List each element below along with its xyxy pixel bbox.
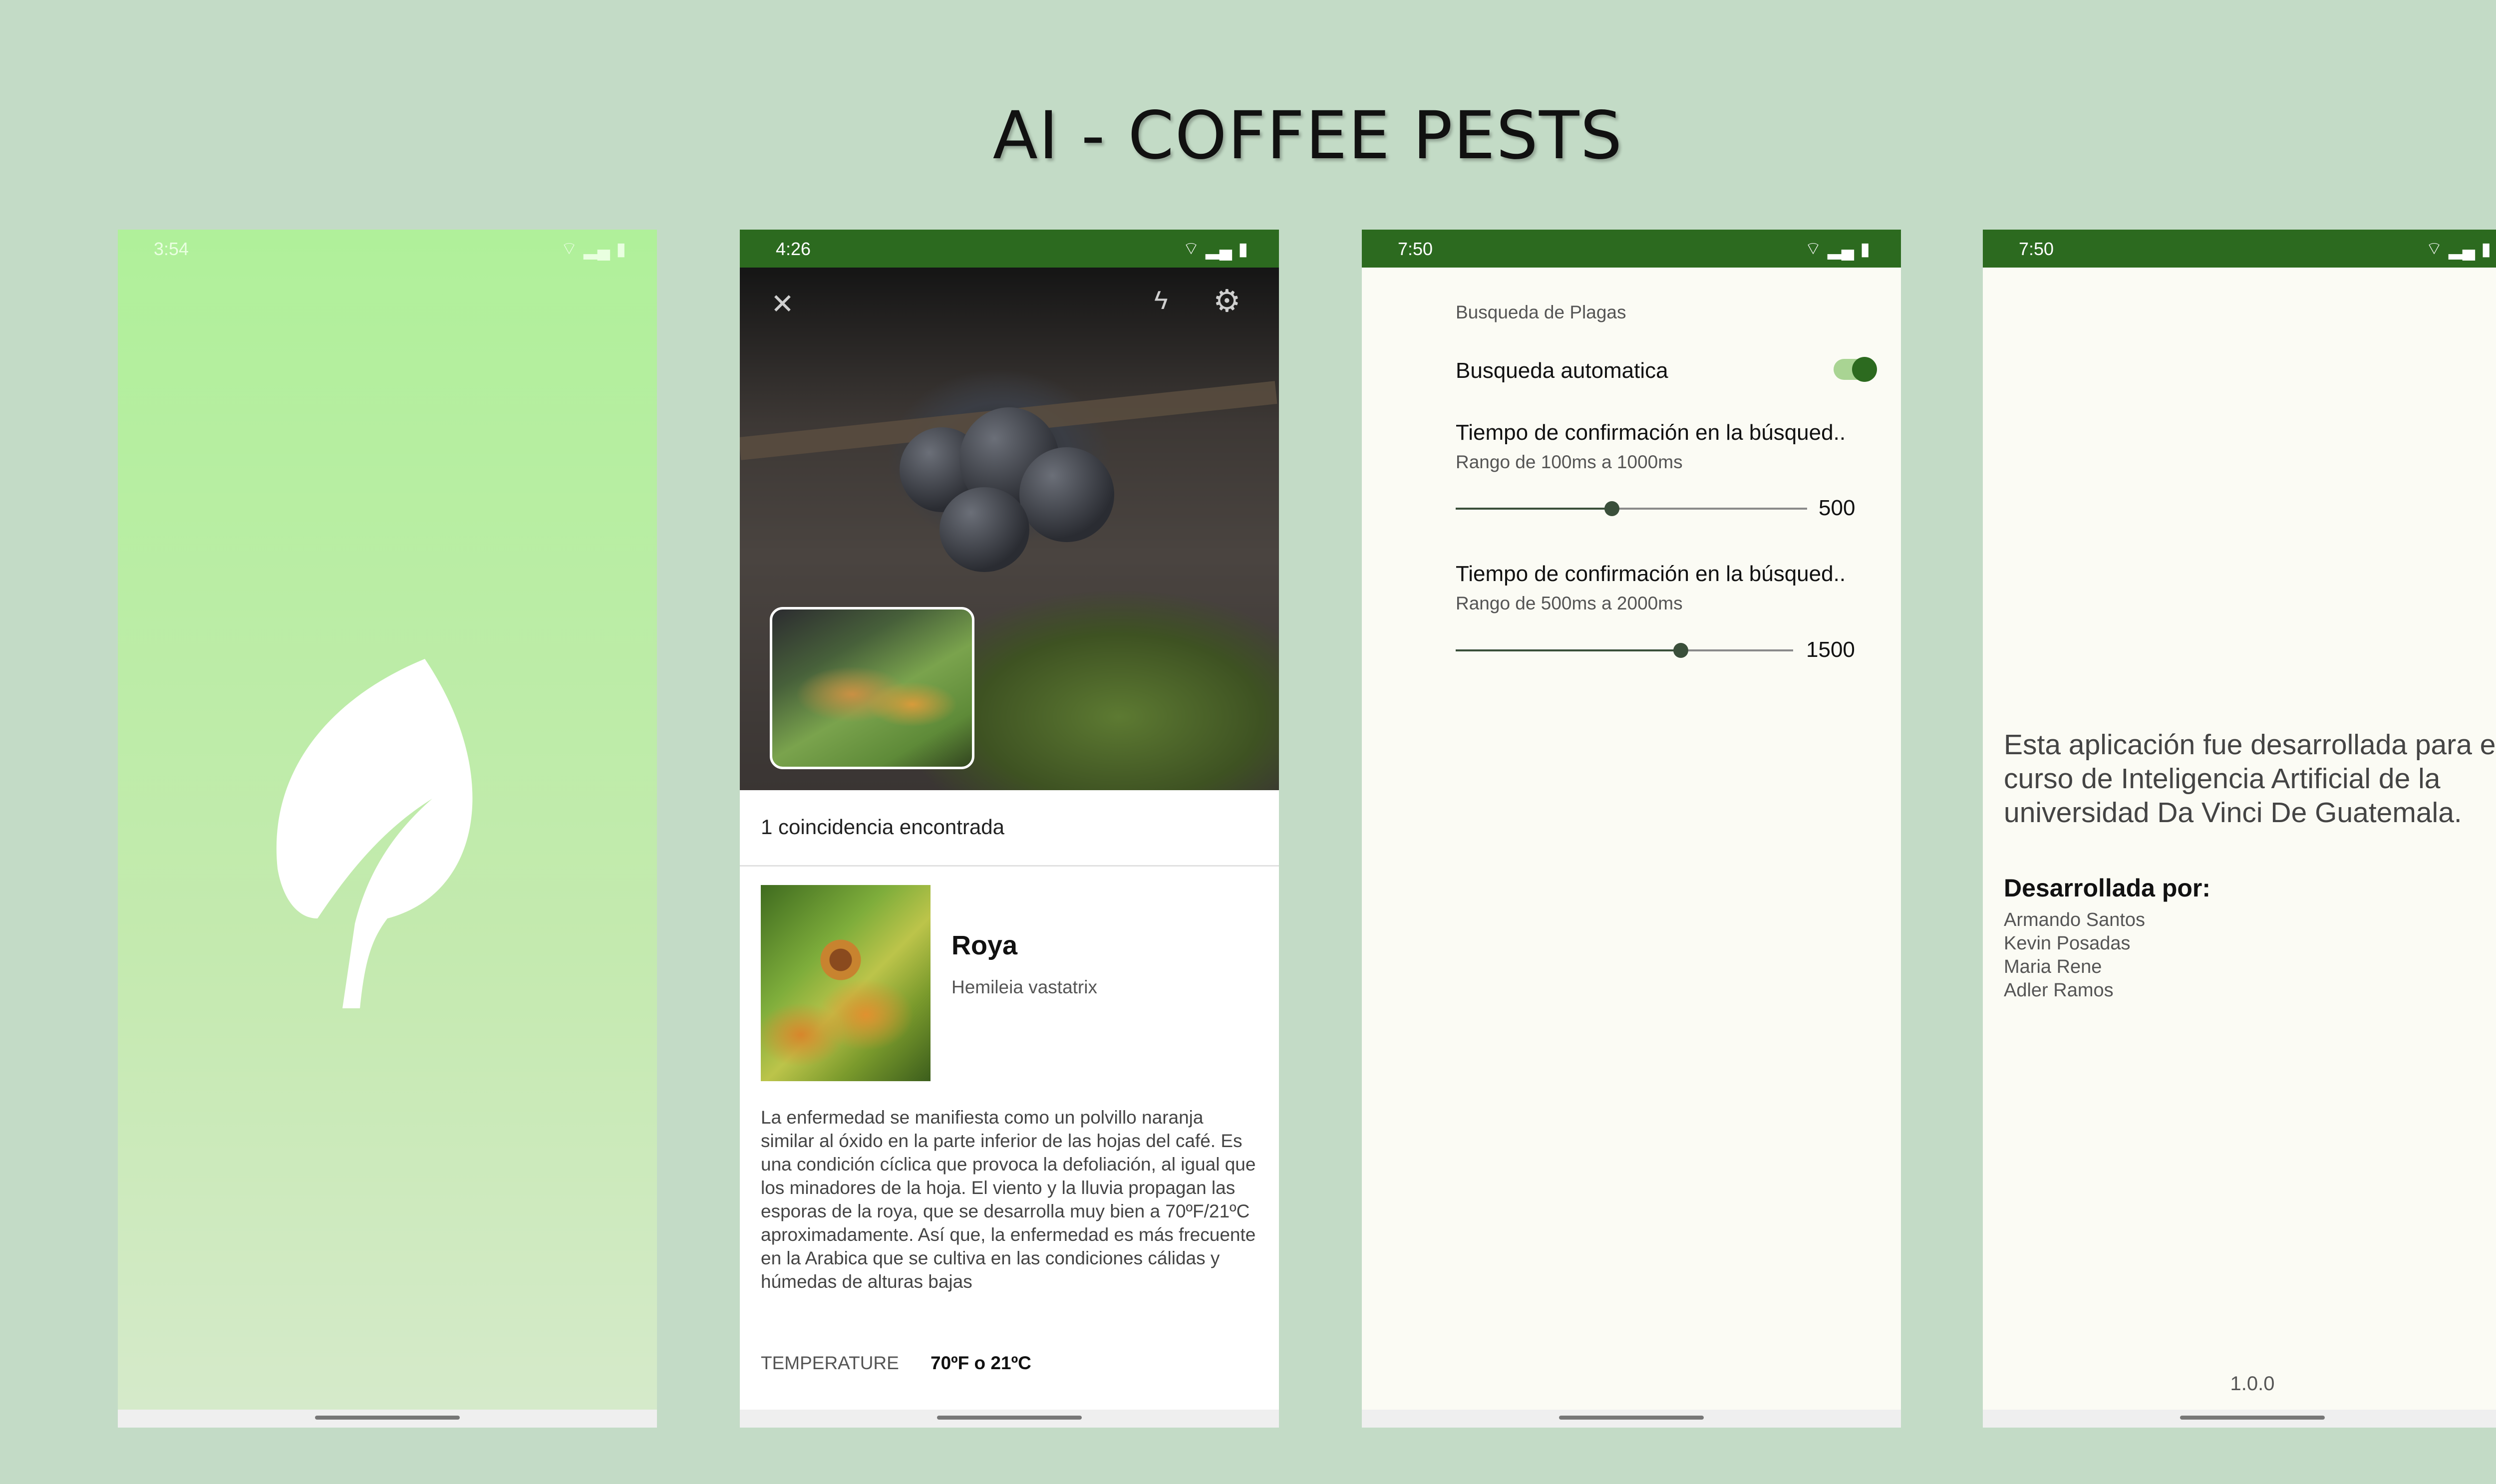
battery-icon: ▮: [616, 238, 626, 259]
pest-description: La enfermedad se manifiesta como un polv…: [761, 1107, 1256, 1292]
slider2-thumb[interactable]: [1673, 643, 1688, 658]
app-version: 1.0.0: [2230, 1373, 2275, 1395]
status-icons: ⌔ ▂▄ ▮: [561, 238, 626, 260]
signal-icon: ▂▄: [1827, 238, 1855, 259]
developer-name: Kevin Posadas: [2004, 933, 2131, 954]
pest-image: [761, 885, 931, 1081]
auto-search-label: Busqueda automatica: [1456, 358, 1668, 383]
signal-icon: ▂▄: [2448, 238, 2476, 259]
page-title: AI - COFFEE PESTS: [992, 97, 1623, 174]
battery-icon: ▮: [1238, 238, 1248, 259]
slider1-thumb[interactable]: [1604, 501, 1619, 516]
detection-thumbnail[interactable]: [770, 607, 974, 769]
slider1-value: 500: [1819, 496, 1856, 520]
status-time: 3:54: [154, 239, 189, 259]
status-bar: 7:50 ⌔ ▂▄ ▮: [1983, 230, 2496, 268]
battery-icon: ▮: [2481, 238, 2491, 259]
developer-name: Maria Rene: [2004, 956, 2102, 977]
slider2-title: Tiempo de confirmación en la búsqued..: [1456, 562, 1846, 586]
slider1-fill: [1456, 508, 1612, 510]
nav-bar: [118, 1410, 657, 1428]
slider1-title: Tiempo de confirmación en la búsqued..: [1456, 420, 1846, 445]
status-bar: 3:54 ⌔ ▂▄ ▮: [118, 230, 657, 268]
camera-preview[interactable]: ✕ ϟ ⚙: [740, 268, 1279, 790]
slider2-value: 1500: [1806, 637, 1855, 662]
status-bar: 4:26 ⌔ ▂▄ ▮: [740, 230, 1279, 268]
section-header: Busqueda de Plagas: [1456, 302, 1626, 322]
leaf-icon: [276, 659, 473, 1008]
about-text: Esta aplicación fue desarrollada para el…: [2004, 729, 2496, 829]
status-time: 7:50: [1398, 239, 1433, 259]
wifi-icon: ⌔: [2426, 238, 2443, 259]
gear-icon[interactable]: ⚙: [1213, 283, 1241, 319]
close-icon[interactable]: ✕: [771, 288, 794, 320]
nav-bar: [740, 1410, 1279, 1428]
slider2-fill: [1456, 649, 1681, 651]
wifi-icon: ⌔: [561, 238, 578, 259]
berry-shape: [1019, 447, 1114, 542]
temperature-label: TEMPERATURE: [761, 1353, 899, 1373]
status-time: 4:26: [776, 239, 811, 259]
status-icons: ⌔ ▂▄ ▮: [1183, 238, 1248, 260]
flash-off-icon[interactable]: ϟ: [1154, 286, 1168, 315]
camera-screen: 4:26 ⌔ ▂▄ ▮ ✕ ϟ ⚙ 1 coincidencia encontr…: [740, 230, 1279, 1428]
home-handle[interactable]: [2180, 1416, 2325, 1420]
match-summary: 1 coincidencia encontrada: [740, 790, 1279, 867]
wifi-icon: ⌔: [1183, 238, 1200, 259]
status-time: 7:50: [2019, 239, 2054, 259]
pest-name: Roya: [951, 930, 1018, 960]
signal-icon: ▂▄: [1205, 238, 1233, 259]
home-handle[interactable]: [1559, 1416, 1704, 1420]
about-screen: 7:50 ⌔ ▂▄ ▮ Esta aplicación fue desarrol…: [1983, 230, 2496, 1428]
developers-list: Armando Santos Kevin Posadas Maria Rene …: [2004, 908, 2145, 1002]
berry-shape: [939, 487, 1029, 572]
developer-name: Armando Santos: [2004, 909, 2146, 930]
developers-heading: Desarrollada por:: [2004, 874, 2211, 902]
wifi-icon: ⌔: [1805, 238, 1822, 259]
home-handle[interactable]: [937, 1416, 1082, 1420]
status-icons: ⌔ ▂▄ ▮: [1805, 238, 1870, 260]
battery-icon: ▮: [1860, 238, 1870, 259]
status-bar: 7:50 ⌔ ▂▄ ▮: [1362, 230, 1901, 268]
match-count-text: 1 coincidencia encontrada: [761, 815, 1005, 839]
pest-scientific-name: Hemileia vastatrix: [951, 977, 1097, 997]
signal-icon: ▂▄: [583, 238, 611, 259]
nav-bar: [1983, 1410, 2496, 1428]
slider1-subtitle: Rango de 100ms a 1000ms: [1456, 452, 1683, 472]
slider2-subtitle: Rango de 500ms a 2000ms: [1456, 593, 1683, 613]
auto-search-toggle-thumb[interactable]: [1852, 357, 1877, 382]
nav-bar: [1362, 1410, 1901, 1428]
status-icons: ⌔ ▂▄ ▮: [2426, 238, 2491, 260]
splash-screen: 3:54 ⌔ ▂▄ ▮: [118, 230, 657, 1428]
temperature-value: 70ºF o 21ºC: [931, 1353, 1031, 1373]
developer-name: Adler Ramos: [2004, 980, 2114, 1001]
settings-screen: 7:50 ⌔ ▂▄ ▮ Busqueda de Plagas Busqueda …: [1362, 230, 1901, 1428]
home-handle[interactable]: [315, 1416, 460, 1420]
